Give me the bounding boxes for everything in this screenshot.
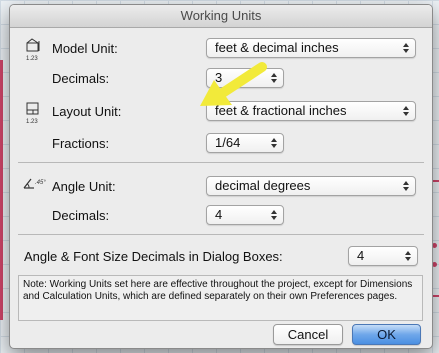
background-wall — [0, 60, 3, 320]
angle-unit-icon: .45° — [23, 178, 46, 189]
angle-decimals-value: 4 — [215, 207, 223, 222]
model-decimals-value: 3 — [215, 70, 223, 85]
chevron-up-down-icon — [271, 136, 278, 150]
model-unit-icon: 1.23 — [26, 38, 40, 62]
note-box: Note: Working Units set here are effecti… — [18, 275, 423, 321]
chevron-up-down-icon — [403, 41, 410, 55]
cancel-button[interactable]: Cancel — [273, 324, 343, 345]
fractions-label: Fractions: — [52, 136, 110, 151]
layout-unit-label: Layout Unit: — [52, 104, 122, 119]
layout-unit-value: feet & fractional inches — [215, 103, 347, 118]
model-unit-value: feet & decimal inches — [215, 40, 339, 55]
model-decimals-select[interactable]: 3 — [206, 68, 284, 88]
chevron-up-down-icon — [405, 249, 412, 263]
angle-decimals-label: Decimals: — [52, 208, 110, 223]
fractions-value: 1/64 — [215, 135, 241, 150]
dialog-decimals-label: Angle & Font Size Decimals in Dialog Box… — [24, 249, 283, 264]
layout-unit-select[interactable]: feet & fractional inches — [206, 101, 416, 121]
dialog-title: Working Units — [10, 5, 432, 28]
angle-unit-value: decimal degrees — [215, 178, 311, 193]
section-divider — [18, 234, 424, 235]
note-text: Note: Working Units set here are effecti… — [23, 279, 413, 302]
section-divider — [18, 162, 424, 163]
working-units-dialog: Working Units 1.23 Model Unit: feet & de… — [9, 4, 433, 349]
model-decimals-label: Decimals: — [52, 71, 110, 86]
dialog-decimals-select[interactable]: 4 — [348, 246, 418, 266]
chevron-up-down-icon — [403, 104, 410, 118]
chevron-up-down-icon — [403, 179, 410, 193]
svg-text:.45°: .45° — [35, 180, 46, 186]
angle-decimals-select[interactable]: 4 — [206, 205, 284, 225]
svg-text:1.23: 1.23 — [26, 119, 38, 125]
dialog-decimals-value: 4 — [357, 248, 365, 263]
model-unit-label: Model Unit: — [52, 41, 118, 56]
model-unit-select[interactable]: feet & decimal inches — [206, 38, 416, 58]
angle-unit-select[interactable]: decimal degrees — [206, 176, 416, 196]
ok-button[interactable]: OK — [352, 324, 421, 345]
svg-text:1.23: 1.23 — [26, 56, 38, 62]
layout-unit-icon: 1.23 — [26, 102, 39, 125]
angle-unit-label: Angle Unit: — [52, 179, 116, 194]
fractions-select[interactable]: 1/64 — [206, 133, 284, 153]
chevron-up-down-icon — [271, 71, 278, 85]
chevron-up-down-icon — [271, 208, 278, 222]
